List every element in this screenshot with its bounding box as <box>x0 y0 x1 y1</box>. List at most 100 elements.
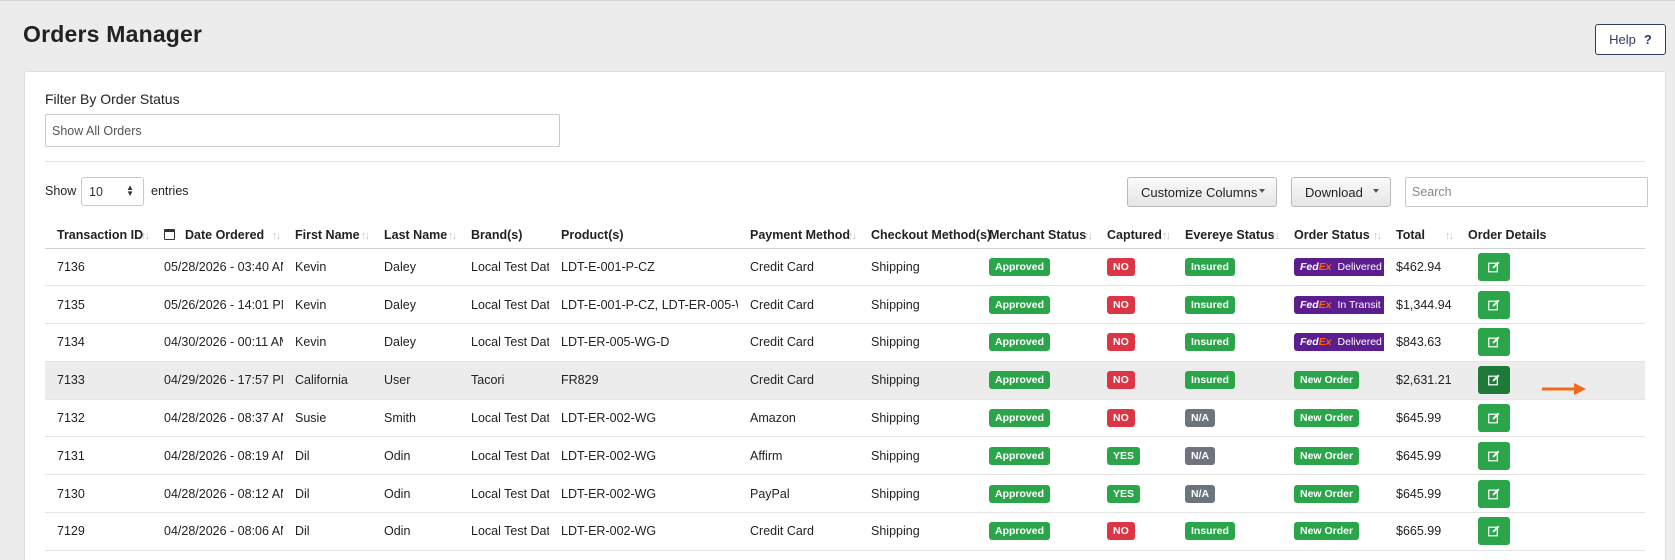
edit-order-button[interactable] <box>1478 404 1510 433</box>
merchant-status-cell: Approved <box>977 285 1095 325</box>
download-label: Download <box>1305 184 1363 200</box>
edit-order-button[interactable] <box>1478 328 1510 357</box>
captured-badge: YES <box>1107 446 1141 465</box>
edit-order-button[interactable] <box>1478 252 1510 281</box>
checkout-method: Shipping <box>859 436 977 476</box>
merchant-status-badge: Approved <box>989 446 1051 465</box>
order-details-cell <box>1456 285 1645 325</box>
date-ordered: 04/28/2026 - 08:12 AM <box>152 474 283 514</box>
first-name: Susie <box>283 399 372 438</box>
captured-badge: NO <box>1107 371 1135 390</box>
captured-cell: NO <box>1095 323 1173 362</box>
brand: Local Test Data <box>459 399 549 438</box>
col-header-total[interactable]: Total ↑↓ <box>1384 222 1456 249</box>
captured-badge: NO <box>1107 409 1135 428</box>
date-ordered: 04/28/2026 - 08:37 AM <box>152 399 283 438</box>
col-header-order-details: Order Details <box>1456 222 1645 249</box>
merchant-status-badge: Approved <box>989 522 1051 541</box>
sort-icon: ↑↓ <box>361 230 370 242</box>
col-header-evereye-status[interactable]: Evereye Status ↑↓ <box>1173 222 1282 249</box>
evereye-status-badge: N/A <box>1185 484 1216 503</box>
col-header-order-status[interactable]: Order Status ↑↓ <box>1282 222 1384 249</box>
captured-badge: NO <box>1107 522 1135 541</box>
orders-table: Transaction ID ↑↓ Date Ordered ↑↓ First Na… <box>45 222 1645 551</box>
evereye-status-cell: N/A <box>1173 474 1282 514</box>
divider <box>45 161 1645 162</box>
last-name: Daley <box>372 323 459 362</box>
table-header-row: Transaction ID ↑↓ Date Ordered ↑↓ First Na… <box>45 222 1645 249</box>
transaction-id: 7131 <box>45 436 152 476</box>
show-label: Show <box>45 184 77 198</box>
fedex-status-badge: FedEx In Transit <box>1294 295 1384 314</box>
transaction-id: 7133 <box>45 361 152 400</box>
payment-method: Credit Card <box>738 248 859 287</box>
merchant-status-cell: Approved <box>977 361 1095 400</box>
orange-arrow-icon <box>1542 383 1586 395</box>
col-header-transaction-id[interactable]: Transaction ID ↑↓ <box>45 222 152 249</box>
fedex-logo: Ex <box>1318 260 1332 273</box>
brand: Local Test Data <box>459 512 549 551</box>
product: LDT-ER-005-WG-D <box>549 323 738 362</box>
edit-order-button[interactable] <box>1478 290 1510 319</box>
edit-order-button[interactable] <box>1478 441 1510 470</box>
order-details-cell <box>1456 436 1645 476</box>
entries-select[interactable]: 10 ▲ ▼ <box>81 177 144 206</box>
edit-order-button[interactable] <box>1478 517 1510 546</box>
date-ordered: 05/28/2026 - 03:40 AM <box>152 248 283 287</box>
top-border <box>0 0 1675 1</box>
col-header-payment-method[interactable]: Payment Method ↑↓ <box>738 222 859 249</box>
brand: Tacori <box>459 361 549 400</box>
merchant-status-badge: Approved <box>989 257 1051 276</box>
evereye-status-badge: Insured <box>1185 333 1235 352</box>
order-status-cell: New Order <box>1282 436 1384 476</box>
download-button[interactable]: Download <box>1291 177 1391 207</box>
merchant-status-badge: Approved <box>989 484 1051 503</box>
help-button[interactable]: Help ? <box>1595 24 1666 55</box>
page-title: Orders Manager <box>23 21 203 47</box>
order-status-text: Delivered <box>1337 260 1382 273</box>
col-header-merchant-status[interactable]: Merchant Status ↑↓ <box>977 222 1095 249</box>
col-header-captured[interactable]: Captured ↑↓ <box>1095 222 1173 249</box>
checkout-method: Shipping <box>859 323 977 362</box>
col-header-first-name[interactable]: First Name ↑↓ <box>283 222 372 249</box>
col-header-checkout-methods: Checkout Method(s) <box>859 222 991 249</box>
captured-cell: NO <box>1095 512 1173 551</box>
sort-icon: ↑↓ <box>848 230 857 242</box>
customize-columns-button[interactable]: Customize Columns <box>1127 177 1277 207</box>
total: $665.99 <box>1384 512 1456 551</box>
payment-method: Credit Card <box>738 323 859 362</box>
captured-cell: NO <box>1095 399 1173 438</box>
col-header-last-name[interactable]: Last Name ↑↓ <box>372 222 459 249</box>
first-name: Kevin <box>283 323 372 362</box>
merchant-status-cell: Approved <box>977 248 1095 287</box>
checkout-method: Shipping <box>859 285 977 325</box>
evereye-status-cell: Insured <box>1173 285 1282 325</box>
sort-icon: ↑↓ <box>1271 230 1280 242</box>
total: $843.63 <box>1384 323 1456 362</box>
edit-order-button[interactable] <box>1478 366 1510 395</box>
captured-cell: NO <box>1095 285 1173 325</box>
sort-icon: ↑↓ <box>141 230 150 242</box>
first-name: California <box>283 361 372 400</box>
captured-badge: NO <box>1107 333 1135 352</box>
first-name: Dil <box>283 474 372 514</box>
order-status-badge: New Order <box>1294 371 1360 390</box>
sort-icon: ↑↓ <box>272 230 281 242</box>
checkout-method: Shipping <box>859 474 977 514</box>
first-name: Kevin <box>283 285 372 325</box>
captured-cell: YES <box>1095 474 1173 514</box>
last-name: Odin <box>372 436 459 476</box>
merchant-status-cell: Approved <box>977 436 1095 476</box>
product: LDT-E-001-P-CZ, LDT-ER-005-WG-D <box>549 285 738 325</box>
edit-order-button[interactable] <box>1478 479 1510 508</box>
checkout-method: Shipping <box>859 512 977 551</box>
search-input[interactable]: Search <box>1405 177 1648 207</box>
order-status-badge: New Order <box>1294 484 1360 503</box>
caret-down-icon <box>1259 189 1265 193</box>
order-status-filter[interactable]: Show All Orders <box>45 114 560 147</box>
captured-cell: NO <box>1095 361 1173 400</box>
date-ordered: 05/26/2026 - 14:01 PM <box>152 285 283 325</box>
first-name: Dil <box>283 436 372 476</box>
col-header-date-ordered[interactable]: Date Ordered ↑↓ <box>152 222 283 249</box>
table-row: 7129 04/28/2026 - 08:06 AM Dil Odin Local Te… <box>45 512 1645 551</box>
